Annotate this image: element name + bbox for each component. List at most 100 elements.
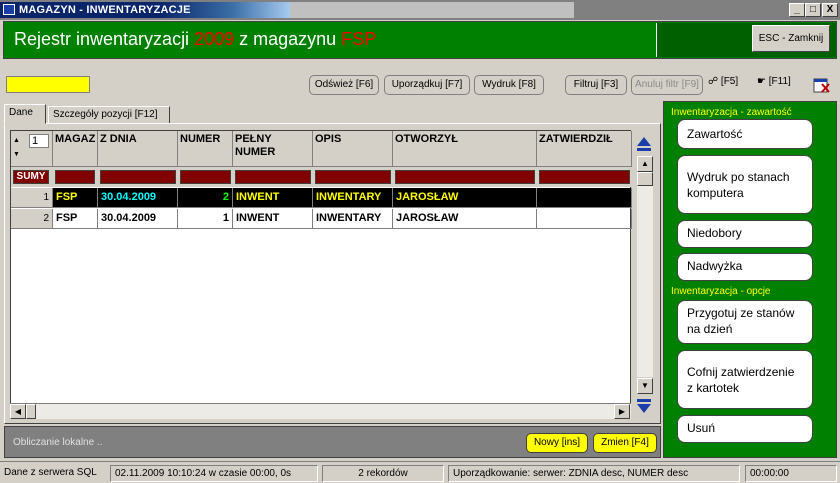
pointing-hand-icon: ☛ [757, 76, 766, 87]
col-header-magaz[interactable]: MAGAZ [53, 131, 98, 167]
f5-tool[interactable]: ☍ [F5] [708, 76, 738, 87]
scroll-track[interactable] [637, 186, 653, 377]
status-order: Uporządkowanie: serwer: ZDNIA desc, NUME… [448, 465, 740, 482]
side-section-options: Inwentaryzacja - opcje [671, 286, 771, 297]
sum-cell [395, 170, 535, 184]
status-time: 02.11.2009 10:10:24 w czasie 00:00, 0s [110, 465, 318, 482]
cell-magaz: FSP [53, 188, 98, 208]
sum-cell [55, 170, 95, 184]
contents-button[interactable]: Zawartość [677, 119, 813, 149]
refresh-button[interactable]: Odśwież [F6] [309, 75, 379, 95]
row-number: 2 [11, 209, 53, 229]
spinner-icon[interactable]: ▲ ▼ [13, 137, 20, 158]
title-bar: MAGAZYN - INWENTARYZACJE _ □ X [0, 0, 840, 20]
window-title: MAGAZYN - INWENTARYZACJE [19, 4, 191, 16]
maximize-button[interactable]: □ [805, 3, 821, 17]
revert-approval-button[interactable]: Cofnij zatwierdzenie z kartotek [677, 350, 813, 409]
col-header-z-dnia[interactable]: Z DNIA [98, 131, 178, 167]
sum-cell [100, 170, 176, 184]
search-field[interactable] [6, 76, 90, 93]
cell-opis: INWENTARY [313, 188, 393, 208]
scroll-thumb[interactable] [637, 172, 653, 186]
cell-otworzyl: JAROSŁAW [393, 188, 537, 208]
print-stock-label: Wydruk po stanach komputera [687, 170, 790, 200]
col-header-numer[interactable]: NUMER [178, 131, 233, 167]
status-records: 2 rekordów [322, 465, 444, 482]
sums-label: SUMY [13, 170, 49, 184]
sort-button[interactable]: Uporządkuj [F7] [384, 75, 470, 95]
cell-numer: 1 [178, 209, 233, 229]
print-stock-button[interactable]: Wydruk po stanach komputera [677, 155, 813, 214]
table-row[interactable]: 1 FSP 30.04.2009 2 INWENT INWENTARY JARO… [11, 188, 632, 208]
sum-cell [539, 170, 630, 184]
surplus-button[interactable]: Nadwyżka [677, 253, 813, 281]
shortages-button[interactable]: Niedobory [677, 220, 813, 248]
page-header: Rejestr inwentaryzacji 2009 z magazynu F… [3, 21, 837, 59]
title-warehouse: FSP [341, 29, 377, 49]
cell-zatwierdzil [537, 188, 632, 208]
calendar-icon[interactable] [813, 77, 830, 94]
f5-label: [F5] [720, 76, 739, 87]
tab-szczegoly-pozycji[interactable]: Szczegóły pozycji [F12] [48, 106, 170, 124]
col-header-otworzyl[interactable]: OTWORZYŁ [393, 131, 537, 167]
edit-button[interactable]: Zmien [F4] [593, 433, 657, 453]
scroll-to-bottom-icon[interactable] [636, 397, 652, 417]
f11-tool[interactable]: ☛ [F11] [757, 76, 791, 87]
col-header-opis[interactable]: OPIS [313, 131, 393, 167]
scroll-left-button[interactable]: ◀ [10, 404, 26, 419]
scroll-right-button[interactable]: ▶ [614, 404, 630, 419]
col-header-pelny-numer[interactable]: PEŁNY NUMER [233, 131, 313, 167]
filter-button[interactable]: Filtruj [F3] [565, 75, 627, 95]
sum-cell [235, 170, 311, 184]
status-panel: Obliczanie lokalne .. Nowy [ins] Zmien [… [4, 426, 661, 458]
row-number: 1 [11, 188, 53, 208]
cell-date: 30.04.2009 [98, 188, 178, 208]
cell-otworzyl: JAROSŁAW [393, 209, 537, 229]
cancel-filter-button[interactable]: Anuluj filtr [F9] [631, 75, 703, 95]
title-label: Rejestr inwentaryzacji [14, 29, 190, 49]
status-source: Dane z serwera SQL [4, 467, 97, 478]
cell-magaz: FSP [53, 209, 98, 229]
revert-approval-label: Cofnij zatwierdzenie z kartotek [687, 365, 795, 395]
scroll-to-top-icon[interactable] [636, 134, 652, 154]
title-year: 2009 [194, 29, 235, 49]
scroll-down-button[interactable]: ▼ [637, 378, 653, 394]
scroll-h-thumb[interactable] [26, 404, 36, 419]
side-panel: Inwentaryzacja - zawartość Zawartość Wyd… [663, 101, 837, 458]
vertical-scrollbar[interactable]: ▲ ▼ [632, 130, 656, 419]
cell-numer: 2 [178, 188, 233, 208]
cell-zatwierdzil [537, 209, 632, 229]
cell-pelny-numer: INWENT [233, 188, 313, 208]
cell-date: 30.04.2009 [98, 209, 178, 229]
print-button[interactable]: Wydruk [F8] [474, 75, 544, 95]
side-section-contents: Inwentaryzacja - zawartość [671, 107, 792, 118]
row-counter: 1 [29, 134, 49, 148]
minimize-button[interactable]: _ [789, 3, 805, 17]
horizontal-scrollbar[interactable]: ◀ ▶ [10, 403, 631, 419]
status-text: Obliczanie lokalne .. [13, 437, 103, 448]
prepare-button[interactable]: Przygotuj ze stanów na dzień [677, 300, 813, 344]
status-clock: 00:00:00 [745, 465, 837, 482]
grid-header: ▲ ▼ 1 MAGAZ Z DNIA NUMER PEŁNY NUMER OPIS… [11, 131, 632, 167]
delete-button[interactable]: Usuń [677, 415, 813, 443]
row-counter-cell[interactable]: ▲ ▼ 1 [11, 131, 53, 167]
page-title: Rejestr inwentaryzacji 2009 z magazynu F… [14, 29, 376, 50]
title-mid: z magazynu [239, 29, 337, 49]
col-header-zatwierdzil[interactable]: ZATWIERDZIŁ [537, 131, 632, 167]
tab-dane[interactable]: Dane [4, 104, 46, 124]
data-grid[interactable]: ▲ ▼ 1 MAGAZ Z DNIA NUMER PEŁNY NUMER OPIS… [10, 130, 632, 419]
title-bar-fill [290, 2, 574, 18]
search-doc-icon: ☍ [708, 76, 719, 87]
status-bar: Dane z serwera SQL 02.11.2009 10:10:24 w… [0, 461, 840, 483]
close-window-button[interactable]: X [822, 3, 838, 17]
esc-close-button[interactable]: ESC - Zamknij [752, 25, 830, 52]
sum-cell [180, 170, 231, 184]
cell-pelny-numer: INWENT [233, 209, 313, 229]
new-button[interactable]: Nowy [ins] [526, 433, 588, 453]
app-icon [3, 4, 15, 15]
scroll-up-button[interactable]: ▲ [637, 156, 653, 172]
sums-row: SUMY [11, 167, 632, 187]
cell-opis: INWENTARY [313, 209, 393, 229]
sum-cell [315, 170, 391, 184]
table-row[interactable]: 2 FSP 30.04.2009 1 INWENT INWENTARY JARO… [11, 209, 632, 229]
